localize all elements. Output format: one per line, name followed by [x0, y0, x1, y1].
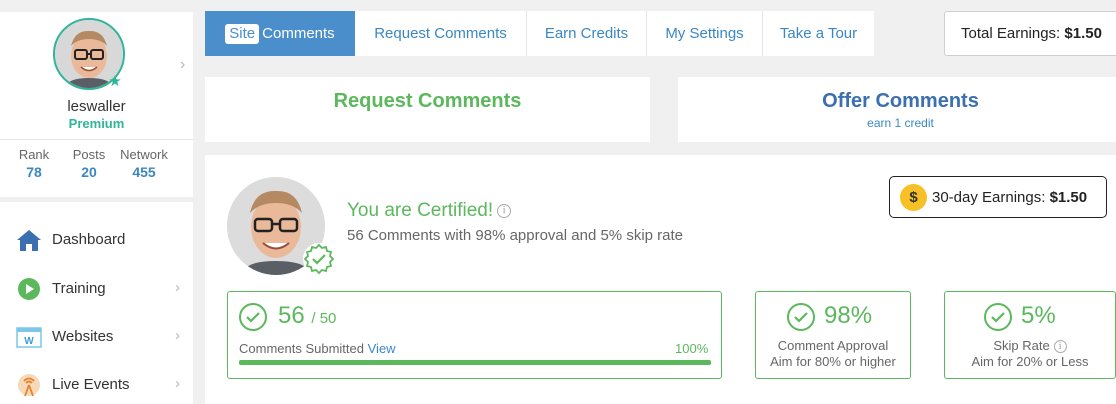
tab-site-comments[interactable]: Site Comments: [205, 11, 355, 56]
offer-comments-panel[interactable]: Offer Comments earn 1 credit: [678, 77, 1116, 142]
coin-icon: $: [900, 184, 927, 211]
broadcast-icon: [16, 373, 42, 397]
progress-bar: [239, 360, 711, 365]
play-icon: [16, 277, 42, 301]
chevron-right-icon: ›: [175, 375, 180, 392]
tab-my-settings[interactable]: My Settings: [647, 11, 763, 56]
tab-take-a-tour[interactable]: Take a Tour: [763, 11, 874, 56]
comments-target: / 50: [311, 310, 337, 327]
tab-label: Comments: [262, 25, 335, 42]
request-comments-panel[interactable]: Request Comments: [205, 77, 650, 142]
info-icon[interactable]: i: [497, 203, 512, 218]
sidebar-item-label: Websites: [52, 328, 114, 345]
username[interactable]: leswaller: [0, 98, 193, 115]
star-icon: ★: [108, 73, 122, 90]
tab-label: Earn Credits: [544, 25, 629, 42]
total-earnings-value: $1.50: [1064, 25, 1102, 42]
progress-percent: 100%: [675, 341, 709, 356]
membership-badge: Premium: [68, 116, 125, 131]
approval-label: Comment Approval: [777, 338, 889, 353]
tab-chip: Site: [225, 24, 260, 44]
certified-title-text: You are Certified!: [347, 200, 494, 221]
stat-posts[interactable]: Posts 20: [68, 147, 110, 180]
sidebar-item-label: Live Events: [52, 376, 130, 393]
comments-label-text: Comments Submitted: [239, 341, 364, 356]
approval-sub: Aim for 80% or higher: [770, 354, 896, 369]
comments-count: 56 / 50: [278, 302, 336, 330]
tab-earn-credits[interactable]: Earn Credits: [527, 11, 647, 56]
profile-card: ★ › leswaller Premium Rank 78 Posts 20 N…: [0, 12, 193, 197]
skip-rate-label-text: Skip Rate: [993, 338, 1050, 353]
tab-request-comments[interactable]: Request Comments: [355, 11, 527, 56]
sidebar-item-live-events[interactable]: Live Events ›: [0, 365, 193, 404]
home-icon: [16, 228, 42, 252]
thirty-day-earnings: $ 30-day Earnings: $1.50: [889, 176, 1107, 218]
sidebar-nav: Dashboard Training › W Websites › Live E…: [0, 202, 193, 404]
skip-rate-label: Skip Rate i: [945, 338, 1115, 354]
tab-label: Take a Tour: [779, 25, 858, 42]
stat-label: Network: [120, 147, 168, 162]
sidebar-item-websites[interactable]: W Websites ›: [0, 317, 193, 357]
tab-label: My Settings: [665, 25, 744, 42]
thirty-day-earnings-text: 30-day Earnings: $1.50: [932, 189, 1087, 206]
certification-card: You are Certified! i 56 Comments with 98%…: [205, 155, 1116, 404]
comment-approval-metric: 98% Comment Approval Aim for 80% or high…: [755, 291, 911, 379]
website-icon: W: [16, 325, 42, 349]
thirty-day-label: 30-day Earnings:: [932, 189, 1046, 206]
stat-rank[interactable]: Rank 78: [14, 147, 54, 180]
check-circle-icon: [984, 303, 1012, 331]
comments-submitted-label: Comments Submitted View: [239, 341, 396, 356]
offer-comments-title: Offer Comments: [822, 90, 979, 112]
stat-network[interactable]: Network 455: [116, 147, 172, 180]
progress-fill: [239, 360, 711, 365]
chevron-right-icon[interactable]: ›: [180, 56, 185, 74]
stat-value: 20: [81, 164, 97, 180]
chevron-right-icon: ›: [175, 279, 180, 296]
tab-label: Request Comments: [374, 25, 507, 42]
stat-label: Posts: [72, 147, 106, 162]
certified-title: You are Certified! i: [347, 200, 512, 222]
sidebar-item-dashboard[interactable]: Dashboard: [0, 220, 193, 260]
stat-value: 455: [132, 164, 156, 180]
sidebar-item-label: Training: [52, 280, 106, 297]
skip-rate-sub: Aim for 20% or Less: [971, 354, 1089, 369]
divider: [0, 139, 193, 140]
avatar[interactable]: ★: [53, 18, 125, 90]
certified-description: 56 Comments with 98% approval and 5% ski…: [347, 227, 684, 244]
comments-value: 56: [278, 302, 305, 329]
thirty-day-value: $1.50: [1049, 189, 1088, 206]
stat-value: 78: [26, 164, 42, 180]
tab-bar: Site Comments Request Comments Earn Credi…: [205, 11, 874, 56]
svg-text:W: W: [24, 336, 34, 347]
stat-label: Rank: [18, 147, 50, 162]
total-earnings: Total Earnings: $1.50: [944, 11, 1116, 56]
skip-rate-value: 5%: [1021, 302, 1056, 329]
sidebar-item-label: Dashboard: [52, 231, 126, 248]
total-earnings-label: Total Earnings:: [961, 25, 1061, 42]
check-circle-icon: [787, 303, 815, 331]
info-icon[interactable]: i: [1053, 340, 1067, 354]
certified-check-icon: [303, 243, 335, 275]
approval-value: 98%: [824, 302, 873, 329]
sidebar-item-training[interactable]: Training ›: [0, 269, 193, 309]
comments-submitted-metric: 56 / 50 Comments Submitted View 100%: [227, 291, 722, 379]
check-circle-icon: [239, 303, 267, 331]
view-comments-link[interactable]: View: [368, 341, 396, 356]
offer-comments-subtitle: earn 1 credit: [867, 116, 934, 130]
chevron-right-icon: ›: [175, 327, 180, 344]
request-comments-title: Request Comments: [333, 90, 522, 112]
skip-rate-metric: 5% Skip Rate i Aim for 20% or Less: [944, 291, 1116, 379]
